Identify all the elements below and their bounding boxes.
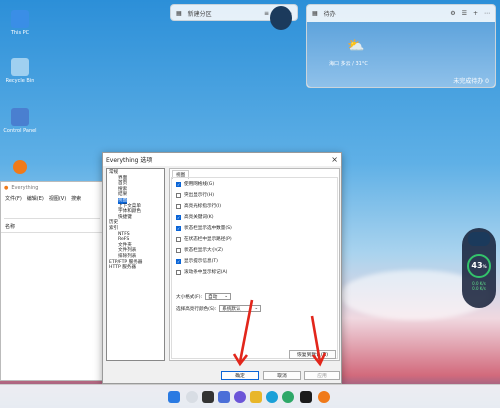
taskbar xyxy=(0,384,500,408)
net-down: 0.0 K/s xyxy=(472,286,486,291)
mascot-icon xyxy=(468,232,490,246)
annotation-arrows xyxy=(232,299,327,367)
edge-icon[interactable] xyxy=(266,391,278,403)
widgets-icon[interactable] xyxy=(218,391,230,403)
performance-widget[interactable]: 43% 0.0 K/s 0.0 K/s xyxy=(462,228,496,308)
store-icon[interactable] xyxy=(300,391,312,403)
cpu-gauge: 43% xyxy=(467,254,491,278)
file-explorer-icon[interactable] xyxy=(250,391,262,403)
chat-icon[interactable] xyxy=(234,391,246,403)
browser-icon[interactable] xyxy=(282,391,294,403)
everything-taskbar-icon[interactable] xyxy=(318,391,330,403)
start-icon[interactable] xyxy=(168,391,180,403)
search-icon[interactable] xyxy=(186,391,198,403)
arrow-to-ok xyxy=(238,299,254,363)
cpu-unit: % xyxy=(482,264,487,269)
task-view-icon[interactable] xyxy=(202,391,214,403)
cpu-value: 43 xyxy=(471,261,483,270)
